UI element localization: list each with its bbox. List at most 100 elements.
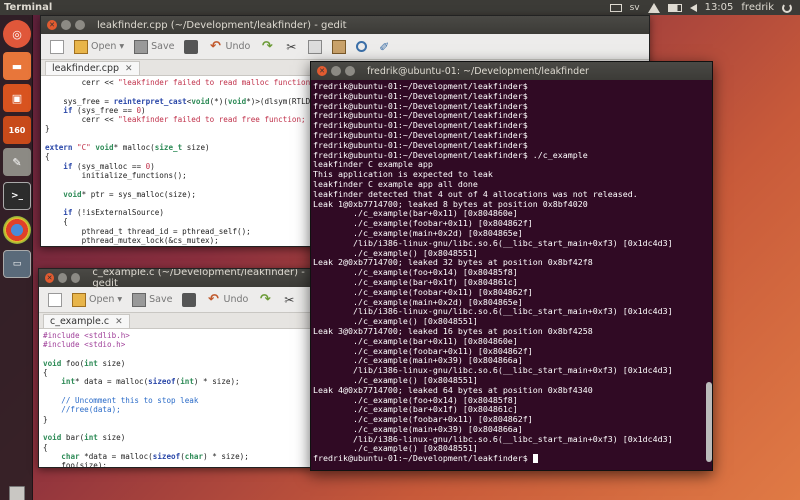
network-icon[interactable] (647, 2, 660, 13)
close-button[interactable]: ✕ (317, 66, 327, 76)
redo-button[interactable]: ↷ (257, 39, 277, 54)
virtualbox-icon[interactable]: ▭ (3, 250, 31, 278)
code-line: int* data = malloc(sizeof(int) * size); (43, 377, 312, 386)
redo-button[interactable]: ↷ (255, 291, 275, 307)
ubuntu-dash-icon[interactable]: ◎ (3, 20, 31, 48)
open-button[interactable]: Open ▾ (69, 292, 125, 307)
volume-icon[interactable] (689, 3, 697, 12)
code-token: foo( (61, 358, 85, 368)
code-line: //free(data); (43, 405, 312, 414)
terminal-output[interactable]: fredrik@ubuntu-01:~/Development/leakfind… (311, 80, 712, 464)
user-menu[interactable]: fredrik (741, 2, 774, 13)
minimize-button[interactable] (61, 20, 71, 30)
gedit-icon[interactable]: ✎ (3, 148, 31, 176)
window-titlebar[interactable]: ✕ leakfinder.cpp (~/Development/leakfind… (41, 16, 649, 34)
replace-button[interactable]: ✐ (374, 40, 394, 54)
undo-icon: ↶ (208, 291, 219, 307)
close-tab-icon[interactable]: ✕ (125, 64, 133, 74)
terminal-line: fredrik@ubuntu-01:~/Development/leakfind… (313, 453, 712, 464)
code-token: false (168, 245, 191, 246)
maximize-button[interactable] (71, 273, 81, 283)
copy-button[interactable] (305, 39, 325, 54)
cut-icon: ✂ (284, 292, 295, 307)
code-token: * ptr = sys_malloc(size); (81, 189, 196, 199)
code-token: void (43, 358, 62, 368)
cut-button[interactable]: ✂ (281, 40, 301, 54)
code-token: sys_free = (45, 96, 114, 106)
window-titlebar[interactable]: ✕ c_example.c (~/Development/leakfinder)… (39, 269, 312, 289)
print-icon (182, 292, 197, 307)
mail-icon[interactable] (609, 3, 622, 12)
close-button[interactable]: ✕ (45, 273, 55, 283)
maximize-button[interactable] (75, 20, 85, 30)
print-button[interactable] (181, 39, 201, 54)
close-button[interactable]: ✕ (47, 20, 57, 30)
code-token: char (184, 451, 204, 461)
code-editor[interactable]: #include <stdlib.h> #include <stdio.h> vo… (39, 329, 312, 467)
terminal-cursor (532, 454, 538, 464)
undo-button[interactable]: ↶ Undo (205, 38, 253, 54)
minimize-button[interactable] (331, 66, 341, 76)
undo-icon: ↶ (210, 38, 221, 54)
code-token: cerr << (45, 115, 119, 125)
tab-c-example-c[interactable]: c_example.c ✕ (43, 314, 130, 328)
paste-button[interactable] (329, 39, 349, 54)
terminal-scrollbar[interactable] (706, 382, 712, 462)
save-button[interactable]: Save (129, 292, 175, 307)
code-line: void bar(int size) (43, 433, 312, 442)
code-line: #include <stdlib.h> (43, 331, 312, 340)
open-button[interactable]: Open ▾ (71, 39, 127, 54)
terminal-icon[interactable]: >_ (3, 182, 31, 210)
undo-button[interactable]: ↶ Undo (203, 291, 251, 307)
new-button[interactable] (45, 292, 65, 307)
cut-button[interactable]: ✂ (279, 293, 299, 307)
code-token: int (84, 433, 98, 443)
clock[interactable]: 13:05 (705, 2, 734, 13)
top-panel: Terminal sv 13:05 fredrik (0, 0, 800, 15)
code-token: isExternalSource = (45, 245, 168, 246)
save-button[interactable]: Save (131, 39, 177, 54)
close-tab-icon[interactable]: ✕ (115, 317, 123, 327)
minimize-button[interactable] (58, 273, 68, 283)
battery-icon[interactable] (667, 3, 682, 12)
redo-icon: ↷ (259, 291, 271, 307)
code-line: void foo(int size) (43, 359, 312, 368)
terminal-window: ✕ fredrik@ubuntu-01: ~/Development/leakf… (310, 61, 713, 471)
code-line: // Uncomment this to stop leak (43, 396, 312, 405)
code-line: } (43, 415, 312, 424)
keyboard-layout-indicator[interactable]: sv (630, 3, 640, 13)
code-token: ; (191, 245, 196, 246)
software-center-icon[interactable]: ▣ (3, 84, 31, 112)
code-line: char *data = malloc(sizeof(char) * size)… (43, 452, 312, 461)
code-line (43, 387, 312, 396)
gedit-window-c-example: ✕ c_example.c (~/Development/leakfinder)… (38, 268, 313, 468)
find-button[interactable] (353, 41, 370, 52)
code-line: { (43, 443, 312, 452)
code-token: // Uncomment this to stop leak (43, 396, 199, 406)
print-button[interactable] (179, 292, 199, 307)
tab-leakfinder-cpp[interactable]: leakfinder.cpp ✕ (45, 61, 140, 75)
gedit-toolbar: Open ▾ Save ↶ Undo ↷ ✂ ✐ (41, 34, 649, 60)
code-token: void (63, 189, 82, 199)
code-token: char (61, 451, 80, 461)
code-token: { (45, 152, 50, 162)
code-token: { (43, 368, 48, 378)
trash-icon[interactable] (3, 482, 31, 500)
files-icon[interactable]: ▬ (3, 52, 31, 80)
power-icon[interactable] (782, 2, 792, 13)
maximize-button[interactable] (345, 66, 355, 76)
window-titlebar[interactable]: ✕ fredrik@ubuntu-01: ~/Development/leakf… (311, 62, 712, 80)
update-manager-icon[interactable]: 160 (3, 116, 31, 144)
chromium-icon[interactable] (3, 216, 31, 244)
new-button[interactable] (47, 39, 67, 54)
code-token: void (95, 143, 114, 153)
code-token: } (45, 124, 50, 134)
